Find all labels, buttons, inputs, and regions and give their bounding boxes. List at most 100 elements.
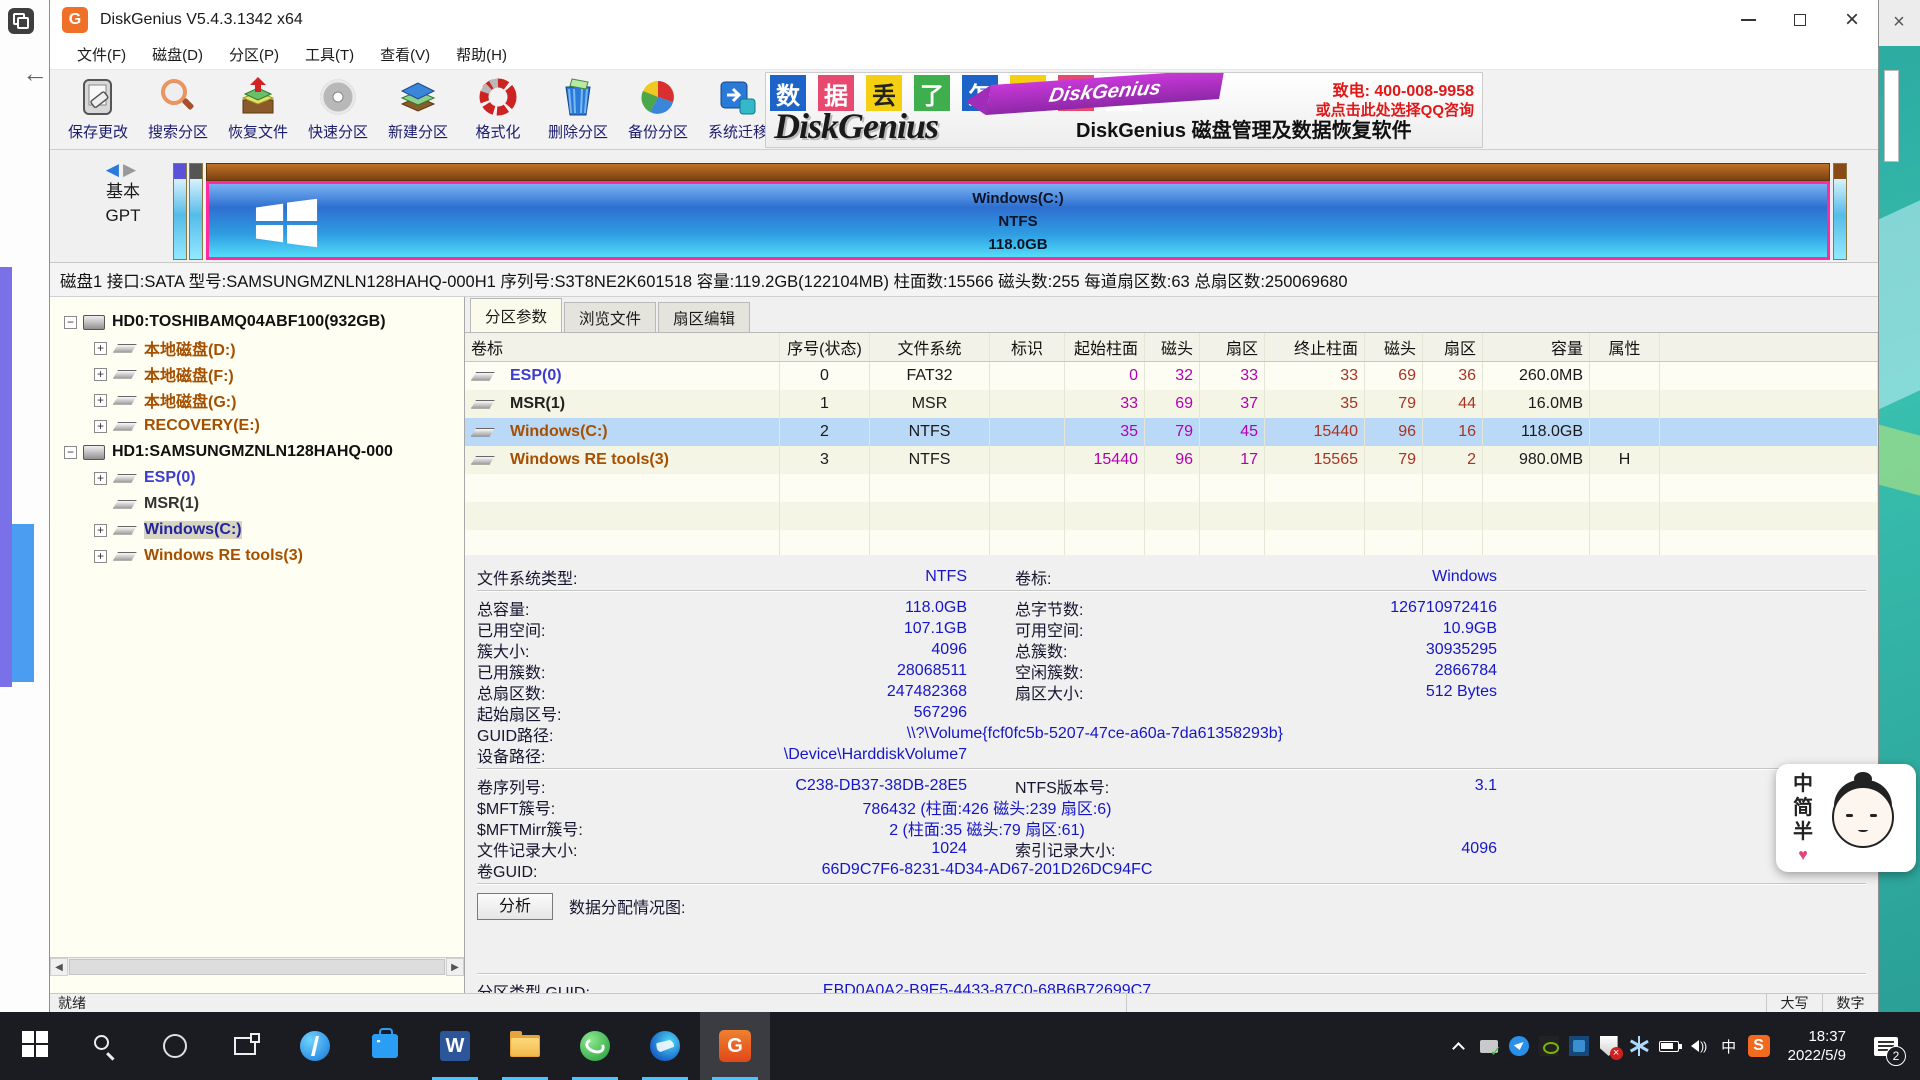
toolbar-button-backup[interactable]: 备份分区 <box>618 70 698 148</box>
column-header-9[interactable]: 扇区 <box>1423 333 1483 361</box>
toolbar-button-search[interactable]: 搜索分区 <box>138 70 218 148</box>
taskbar-button-task-view[interactable] <box>210 1012 280 1080</box>
partition-block-esp[interactable] <box>173 163 187 260</box>
ime-mode-char[interactable]: 中 <box>1793 772 1813 796</box>
next-disk-arrow[interactable]: ▶ <box>123 160 140 179</box>
tray-snowflake-icon[interactable] <box>1624 1026 1654 1066</box>
table-row-windows-re-tools-3-[interactable]: Windows RE tools(3)3NTFS1544096171556579… <box>465 446 1878 474</box>
column-header-0[interactable]: 卷标 <box>465 333 780 361</box>
tray-battery-icon[interactable] <box>1654 1026 1684 1066</box>
scrollbar-thumb[interactable] <box>69 959 445 975</box>
expand-icon[interactable]: + <box>94 550 107 563</box>
toolbar-button-save[interactable]: 保存更改 <box>58 70 138 148</box>
menu-item-2[interactable]: 分区(P) <box>216 40 292 69</box>
tree-horizontal-scrollbar[interactable]: ◀ ▶ <box>50 957 464 975</box>
taskbar-button-store[interactable] <box>350 1012 420 1080</box>
minimize-button[interactable] <box>1722 0 1774 40</box>
expand-icon[interactable]: + <box>94 394 107 407</box>
ime-mode-char[interactable]: 半 <box>1793 820 1813 844</box>
ime-status-chars[interactable]: 中简半♥ <box>1782 772 1824 864</box>
taskbar-button-word[interactable]: W <box>420 1012 490 1080</box>
column-header-8[interactable]: 磁头 <box>1365 333 1423 361</box>
column-header-2[interactable]: 文件系统 <box>870 333 990 361</box>
column-header-5[interactable]: 磁头 <box>1145 333 1200 361</box>
partition-block-winre[interactable] <box>1833 163 1847 260</box>
expand-icon[interactable]: + <box>94 342 107 355</box>
taskbar-button-diskgenius[interactable]: G <box>700 1012 770 1080</box>
background-close-icon[interactable]: × <box>1878 0 1920 46</box>
scroll-right-arrow[interactable]: ▶ <box>446 958 464 976</box>
ime-mode-char[interactable]: 简 <box>1793 796 1813 820</box>
tray-chevron-up-icon[interactable] <box>1444 1026 1474 1066</box>
menu-item-3[interactable]: 工具(T) <box>292 40 367 69</box>
tray-intel-graphics-icon[interactable] <box>1564 1026 1594 1066</box>
table-row-esp-0-[interactable]: ESP(0)0FAT3203233336936260.0MB <box>465 362 1878 390</box>
ime-widget[interactable]: 中简半♥ <box>1776 764 1916 872</box>
scroll-left-arrow[interactable]: ◀ <box>50 958 68 976</box>
tray-nvidia-icon[interactable] <box>1534 1026 1564 1066</box>
toolbar-button-format[interactable]: 格式化 <box>458 70 538 148</box>
tree-item-windows-c-[interactable]: +Windows(C:) <box>50 517 464 543</box>
column-header-7[interactable]: 终止柱面 <box>1265 333 1365 361</box>
toolbar-button-recover[interactable]: 恢复文件 <box>218 70 298 148</box>
taskbar-button-search[interactable] <box>70 1012 140 1080</box>
column-header-4[interactable]: 起始柱面 <box>1065 333 1145 361</box>
close-button[interactable]: × <box>1826 0 1878 40</box>
partition-block-windows-c[interactable]: Windows(C:) NTFS 118.0GB <box>206 163 1830 260</box>
menu-item-5[interactable]: 帮助(H) <box>443 40 520 69</box>
tray-printer-status-icon[interactable]: ✓ <box>1474 1026 1504 1066</box>
tray-defender-shield-icon[interactable]: × <box>1594 1026 1624 1066</box>
expand-icon[interactable]: + <box>94 524 107 537</box>
toolbar-button-quick[interactable]: 快速分区 <box>298 70 378 148</box>
expand-icon[interactable]: + <box>94 368 107 381</box>
expand-icon[interactable]: + <box>94 420 107 433</box>
tree-item-windows-re-tools-3-[interactable]: +Windows RE tools(3) <box>50 543 464 569</box>
tree-item-recovery-e-[interactable]: +RECOVERY(E:) <box>50 413 464 439</box>
table-row-windows-c-[interactable]: Windows(C:)2NTFS357945154409616118.0GB <box>465 418 1878 446</box>
toolbar-button-delete[interactable]: 删除分区 <box>538 70 618 148</box>
menu-item-1[interactable]: 磁盘(D) <box>139 40 216 69</box>
tray-sogou-icon[interactable]: S <box>1744 1026 1774 1066</box>
taskbar-clock[interactable]: 18:37 2022/5/9 <box>1778 1027 1856 1065</box>
tab-0-active[interactable]: 分区参数 <box>470 298 562 332</box>
tree-item-hd1-samsungmznln128hahq-000[interactable]: −HD1:SAMSUNGMZNLN128HAHQ-000 <box>50 439 464 465</box>
column-header-6[interactable]: 扇区 <box>1200 333 1265 361</box>
tree-item--g-[interactable]: +本地磁盘(G:) <box>50 387 464 413</box>
maximize-button[interactable] <box>1774 0 1826 40</box>
menu-item-0[interactable]: 文件(F) <box>64 40 139 69</box>
column-header-10[interactable]: 容量 <box>1483 333 1590 361</box>
background-scrollbar[interactable] <box>1884 70 1899 162</box>
tree-item-msr-1-[interactable]: MSR(1) <box>50 491 464 517</box>
tree-item-esp-0-[interactable]: +ESP(0) <box>50 465 464 491</box>
analyze-button[interactable]: 分析 <box>477 893 553 920</box>
taskbar-button-cortana[interactable] <box>140 1012 210 1080</box>
tree-item--f-[interactable]: +本地磁盘(F:) <box>50 361 464 387</box>
column-header-11[interactable]: 属性 <box>1590 333 1660 361</box>
tray-ime-zh-icon[interactable]: 中 <box>1714 1026 1744 1066</box>
tab-2[interactable]: 扇区编辑 <box>658 302 750 332</box>
collapse-icon[interactable]: − <box>64 446 77 459</box>
menu-item-4[interactable]: 查看(V) <box>367 40 443 69</box>
taskbar-button-app-blue[interactable] <box>280 1012 350 1080</box>
back-arrow-icon[interactable]: ← <box>22 58 48 89</box>
taskbar-button-file-explorer[interactable] <box>490 1012 560 1080</box>
ad-banner[interactable]: 数据丢了怎么办! DiskGenius 致电: 400-008-9958 或点击… <box>765 72 1483 148</box>
prev-disk-arrow[interactable]: ◀ <box>106 160 123 179</box>
column-header-1[interactable]: 序号(状态) <box>780 333 870 361</box>
tray-volume-icon[interactable]: )) <box>1684 1026 1714 1066</box>
column-header-3[interactable]: 标识 <box>990 333 1065 361</box>
tray-messenger-icon[interactable] <box>1504 1026 1534 1066</box>
tab-1[interactable]: 浏览文件 <box>564 302 656 332</box>
partition-block-msr[interactable] <box>189 163 203 260</box>
toolbar-button-newpart[interactable]: 新建分区 <box>378 70 458 148</box>
table-row-msr-1-[interactable]: MSR(1)1MSR33693735794416.0MB <box>465 390 1878 418</box>
expand-icon[interactable]: + <box>94 472 107 485</box>
tree-item--d-[interactable]: +本地磁盘(D:) <box>50 335 464 361</box>
collapse-icon[interactable]: − <box>64 316 77 329</box>
taskbar-button-edge[interactable] <box>630 1012 700 1080</box>
taskbar-button-app-green[interactable] <box>560 1012 630 1080</box>
action-center-button[interactable]: 2 <box>1860 1012 1912 1080</box>
taskbar-button-start[interactable] <box>0 1012 70 1080</box>
tree-item-hd0-toshibamq04abf100-932gb-[interactable]: −HD0:TOSHIBAMQ04ABF100(932GB) <box>50 309 464 335</box>
heart-icon[interactable]: ♥ <box>1798 844 1808 868</box>
